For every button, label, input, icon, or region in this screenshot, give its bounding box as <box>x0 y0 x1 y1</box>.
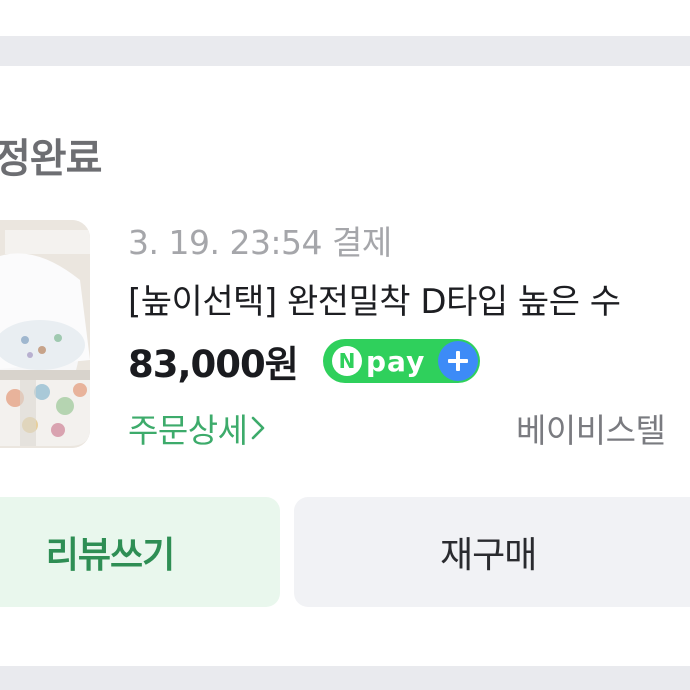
npay-plus-badge: N pay <box>323 339 480 383</box>
payment-date: 3. 19. 23:54 결제 <box>128 223 392 262</box>
product-price: 83,000원 <box>128 343 299 386</box>
order-status: 정완료 <box>0 136 102 182</box>
product-thumbnail[interactable] <box>0 220 90 448</box>
plus-icon <box>438 341 478 381</box>
previous-card-edge <box>0 0 690 36</box>
order-detail-label: 주문상세 <box>128 411 248 450</box>
product-title[interactable]: [높이선택] 완전밀착 D타입 높은 수 <box>128 274 621 323</box>
seller-name[interactable]: 베이비스텔 <box>516 404 666 452</box>
product-image <box>0 220 90 448</box>
order-detail-link[interactable]: 주문상세 <box>128 404 265 452</box>
npay-label: pay <box>366 344 426 378</box>
write-review-label: 리뷰쓰기 <box>45 535 175 576</box>
rebuy-button[interactable]: 재구매 <box>294 497 690 607</box>
naver-n-icon: N <box>332 346 362 376</box>
chevron-right-icon <box>251 415 265 441</box>
write-review-button[interactable]: 리뷰쓰기 <box>0 497 280 607</box>
rebuy-label: 재구매 <box>440 535 537 576</box>
